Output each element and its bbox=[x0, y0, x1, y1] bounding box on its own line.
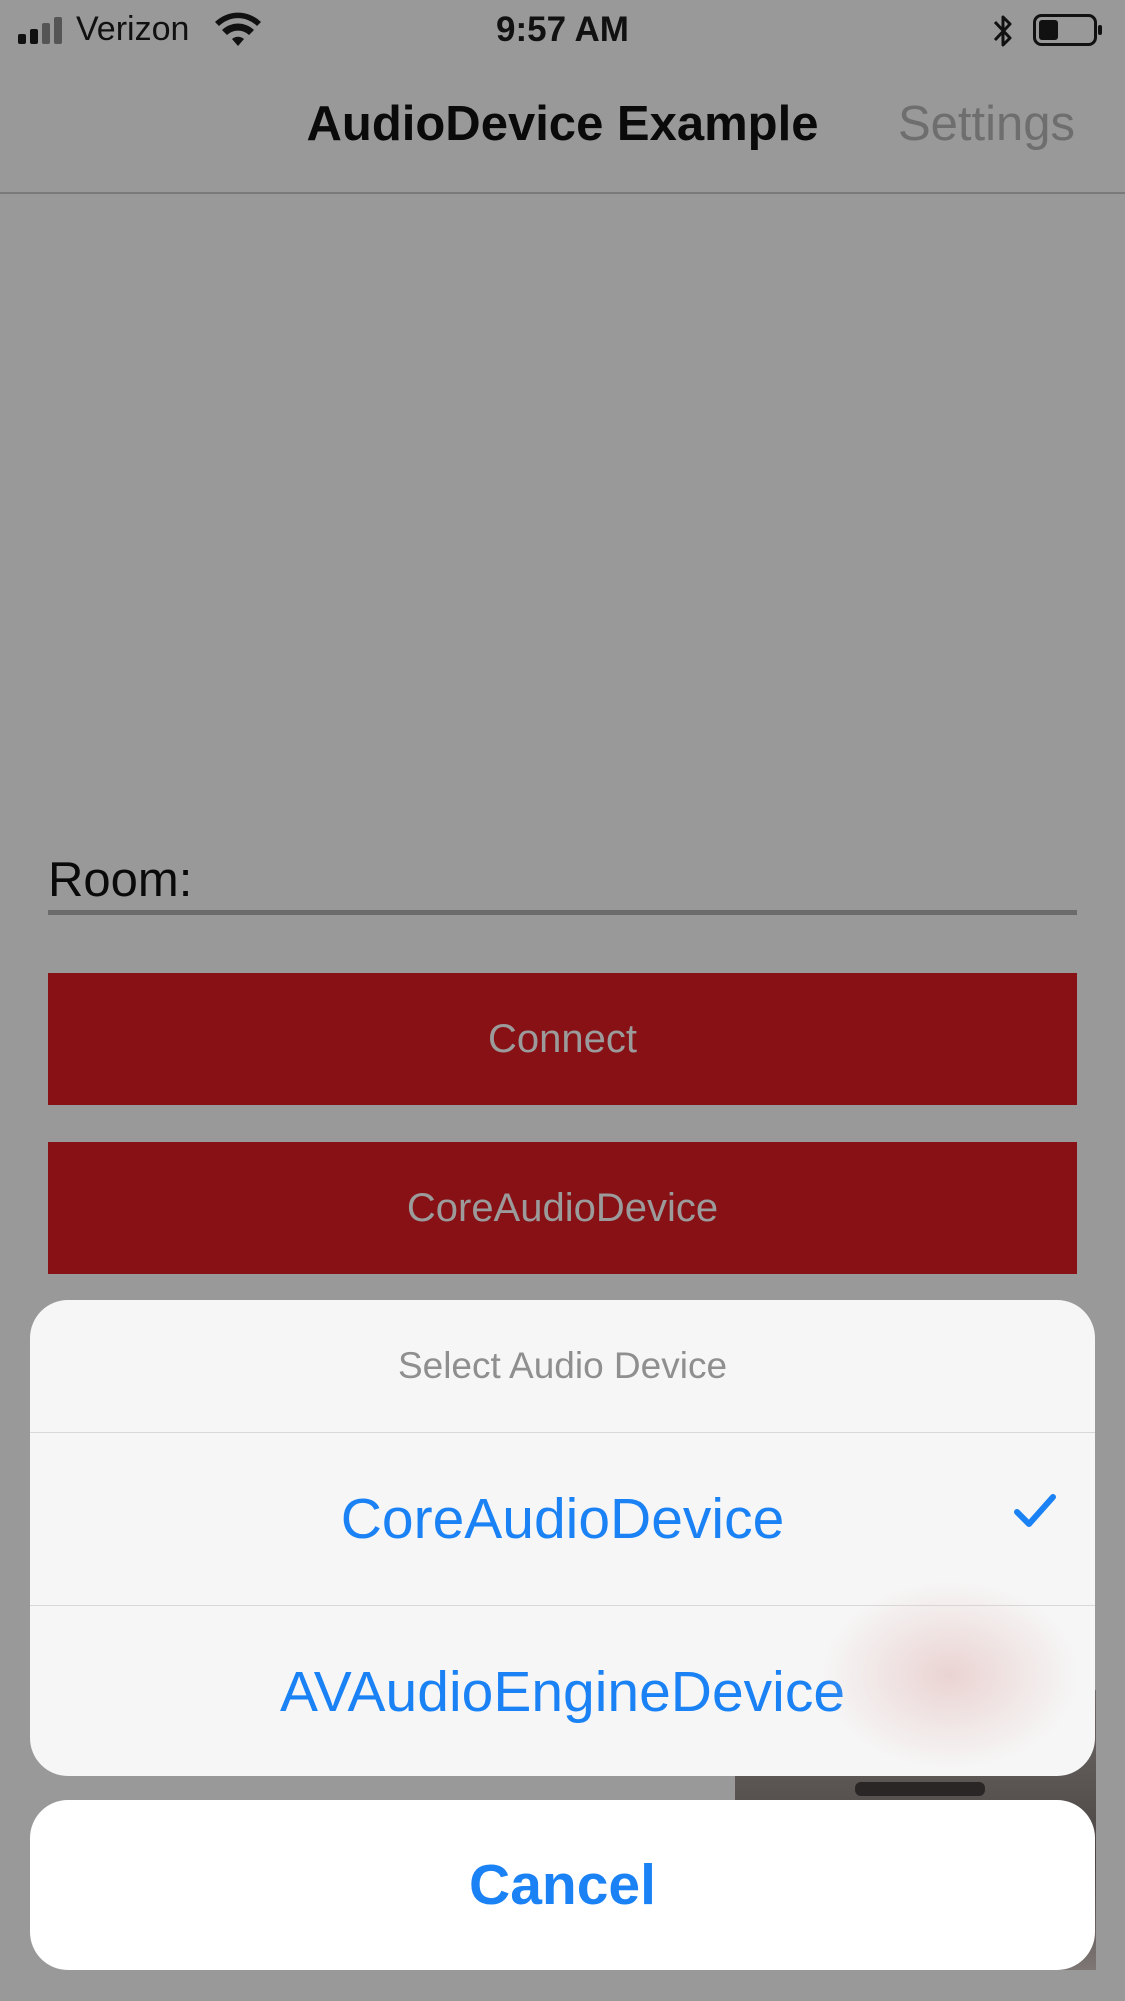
audio-device-button[interactable]: CoreAudioDevice bbox=[48, 1142, 1077, 1274]
option-label: CoreAudioDevice bbox=[340, 1487, 785, 1551]
room-input[interactable] bbox=[48, 910, 1077, 915]
cancel-button[interactable]: Cancel bbox=[30, 1800, 1095, 1970]
option-label: AVAudioEngineDevice bbox=[279, 1660, 846, 1724]
action-sheet: Select Audio Device CoreAudioDevice AVAu… bbox=[30, 1300, 1095, 1776]
status-time: 9:57 AM bbox=[496, 10, 629, 49]
room-field-label: Room: bbox=[48, 853, 193, 907]
option-core-audio-device[interactable]: CoreAudioDevice bbox=[30, 1433, 1095, 1606]
action-sheet-title: Select Audio Device bbox=[30, 1300, 1095, 1433]
bluetooth-icon bbox=[993, 15, 1012, 47]
option-avaudioengine-device[interactable]: AVAudioEngineDevice bbox=[30, 1606, 1095, 1776]
preview-detail bbox=[855, 1782, 985, 1796]
navigation-bar: AudioDevice Example Settings bbox=[0, 64, 1125, 194]
connect-button[interactable]: Connect bbox=[48, 973, 1077, 1105]
battery-icon bbox=[1033, 14, 1102, 46]
settings-button[interactable]: Settings bbox=[898, 96, 1075, 152]
status-bar: Verizon 9:57 AM bbox=[0, 0, 1125, 64]
checkmark-icon bbox=[1014, 1494, 1056, 1527]
